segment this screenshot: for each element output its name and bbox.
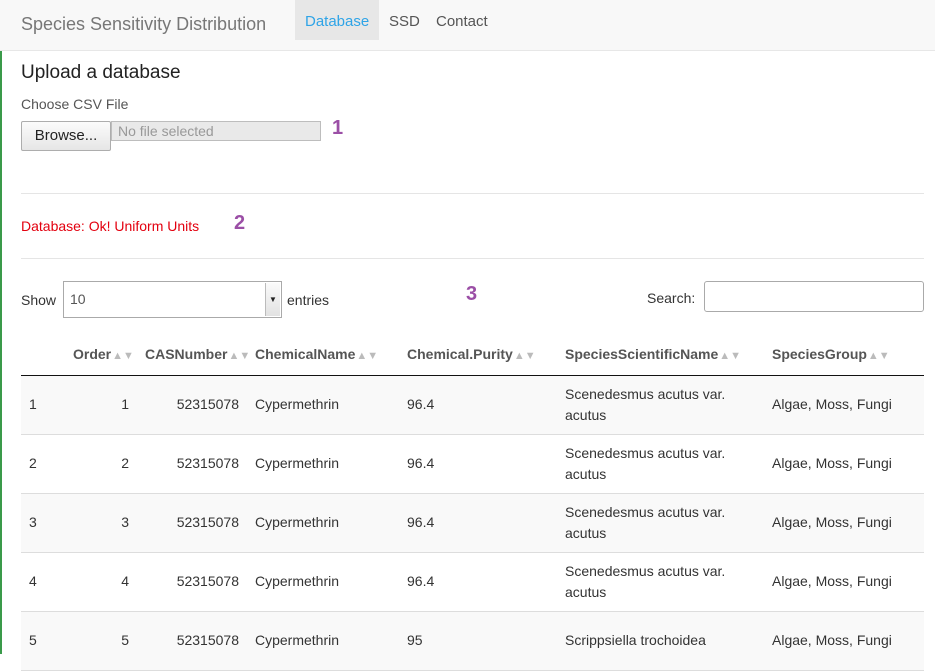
cell-chemicalname: Cypermethrin <box>247 552 399 612</box>
upload-title: Upload a database <box>21 62 181 83</box>
cell-order: 2 <box>65 434 137 494</box>
cell-chemical-purity: 96.4 <box>399 375 557 435</box>
cell-speciesgroup: Algae, Moss, Fungi <box>764 375 924 435</box>
sort-icon: ▲▼ <box>112 349 134 362</box>
cell-casnumber: 52315078 <box>137 434 247 494</box>
cell-chemical-purity: 96.4 <box>399 493 557 553</box>
table-row[interactable]: 5 5 52315078 Cypermethrin 95 Scrippsiell… <box>21 611 924 671</box>
table-header-row: Order▲▼ CASNumber▲▼ ChemicalName▲▼ Chemi… <box>21 333 924 376</box>
cell-order: 1 <box>65 375 137 435</box>
sort-icon: ▲▼ <box>228 349 251 362</box>
cell-index: 4 <box>21 552 65 612</box>
cell-chemical-purity: 96.4 <box>399 552 557 612</box>
cell-chemicalname: Cypermethrin <box>247 375 399 435</box>
cell-chemicalname: Cypermethrin <box>247 611 399 671</box>
left-accent-bar <box>0 0 2 654</box>
show-label: Show <box>21 292 57 308</box>
sort-icon: ▲▼ <box>356 349 379 362</box>
cell-speciesscientificname: Scenedesmus acutus var. acutus <box>557 434 764 494</box>
search-label: Search: <box>647 290 696 306</box>
app-brand[interactable]: Species Sensitivity Distribution <box>21 14 266 35</box>
entries-label: entries <box>287 292 330 308</box>
cell-casnumber: 52315078 <box>137 493 247 553</box>
column-header-casnumber[interactable]: CASNumber▲▼ <box>137 333 251 376</box>
table-row[interactable]: 3 3 52315078 Cypermethrin 96.4 Scenedesm… <box>21 493 924 553</box>
cell-order: 5 <box>65 611 137 671</box>
sort-icon: ▲▼ <box>719 349 742 362</box>
database-status: Database: Ok! Uniform Units <box>21 218 200 234</box>
tab-database[interactable]: Database <box>295 0 380 40</box>
column-header-order[interactable]: Order▲▼ <box>65 333 137 376</box>
marker-2: 2 <box>234 212 246 234</box>
cell-chemicalname: Cypermethrin <box>247 434 399 494</box>
cell-casnumber: 52315078 <box>137 611 247 671</box>
cell-casnumber: 52315078 <box>137 375 247 435</box>
column-header-chemicalname[interactable]: ChemicalName▲▼ <box>247 333 399 376</box>
cell-speciesscientificname: Scenedesmus acutus var. acutus <box>557 493 764 553</box>
entries-value: 10 <box>70 291 86 307</box>
cell-speciesgroup: Algae, Moss, Fungi <box>764 493 924 553</box>
cell-speciesgroup: Algae, Moss, Fungi <box>764 611 924 671</box>
cell-casnumber: 52315078 <box>137 552 247 612</box>
divider <box>21 258 924 259</box>
marker-1: 1 <box>332 117 344 139</box>
browse-button[interactable]: Browse... <box>21 121 111 151</box>
cell-order: 4 <box>65 552 137 612</box>
table-row[interactable]: 2 2 52315078 Cypermethrin 96.4 Scenedesm… <box>21 434 924 494</box>
column-header-speciesgroup[interactable]: SpeciesGroup▲▼ <box>764 333 924 376</box>
cell-index: 5 <box>21 611 65 671</box>
cell-speciesgroup: Algae, Moss, Fungi <box>764 552 924 612</box>
sort-icon: ▲▼ <box>867 349 890 362</box>
cell-speciesscientificname: Scrippsiella trochoidea <box>557 611 764 671</box>
cell-index: 3 <box>21 493 65 553</box>
entries-select[interactable]: 10 ▼ <box>63 281 282 318</box>
tab-contact[interactable]: Contact <box>426 0 498 40</box>
cell-index: 2 <box>21 434 65 494</box>
column-header-speciesscientificname[interactable]: SpeciesScientificName▲▼ <box>557 333 764 376</box>
marker-3: 3 <box>466 283 478 305</box>
tab-ssd[interactable]: SSD <box>379 0 430 40</box>
file-input-label: Choose CSV File <box>21 96 129 112</box>
cell-speciesscientificname: Scenedesmus acutus var. acutus <box>557 552 764 612</box>
cell-speciesgroup: Algae, Moss, Fungi <box>764 434 924 494</box>
navbar: Species Sensitivity Distribution Databas… <box>0 0 935 51</box>
file-name-field[interactable]: No file selected <box>111 121 321 141</box>
column-header-chemical-purity[interactable]: Chemical.Purity▲▼ <box>399 333 557 376</box>
cell-chemical-purity: 96.4 <box>399 434 557 494</box>
search-input[interactable] <box>704 281 924 312</box>
cell-order: 3 <box>65 493 137 553</box>
cell-speciesscientificname: Scenedesmus acutus var. acutus <box>557 375 764 435</box>
table-row[interactable]: 1 1 52315078 Cypermethrin 96.4 Scenedesm… <box>21 375 924 435</box>
sort-icon: ▲▼ <box>513 349 536 362</box>
cell-chemicalname: Cypermethrin <box>247 493 399 553</box>
divider <box>21 193 924 194</box>
cell-chemical-purity: 95 <box>399 611 557 671</box>
data-table: Order▲▼ CASNumber▲▼ ChemicalName▲▼ Chemi… <box>21 333 924 671</box>
chevron-down-icon[interactable]: ▼ <box>265 283 280 316</box>
cell-index: 1 <box>21 375 65 435</box>
table-row[interactable]: 4 4 52315078 Cypermethrin 96.4 Scenedesm… <box>21 552 924 612</box>
column-header-index <box>21 333 65 376</box>
